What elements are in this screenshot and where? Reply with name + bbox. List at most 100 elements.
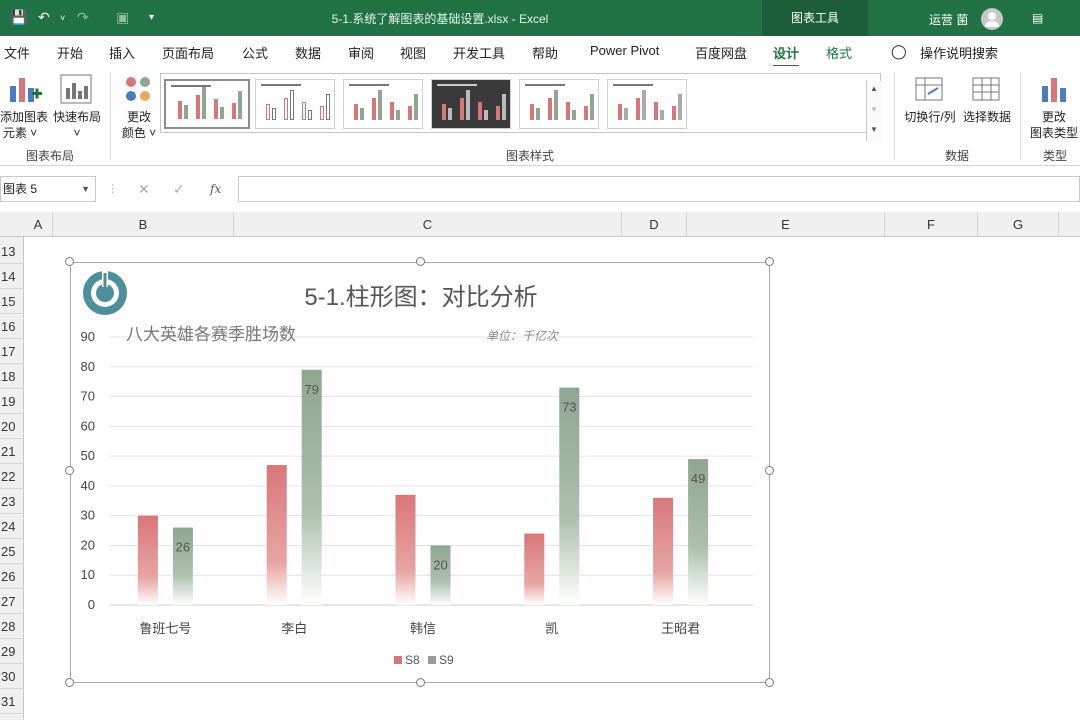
gallery-scrollbar[interactable]: ▲ ▼ ▼ xyxy=(866,81,881,141)
column-header-d[interactable]: D xyxy=(622,212,687,237)
row-header[interactable]: 25 xyxy=(0,539,24,564)
tab-power-pivot[interactable]: Power Pivot xyxy=(590,43,659,58)
row-header[interactable]: 28 xyxy=(0,614,24,639)
row-header[interactable]: 15 xyxy=(0,289,24,314)
chart-canvas[interactable]: 0 10 20 30 40 50 60 70 80 90 26 79 20 73 49 鲁班七号 李白 韩信 凯… xyxy=(71,263,771,684)
chart-unit-note[interactable]: 单位：千亿次 xyxy=(486,329,560,343)
column-header-e[interactable]: E xyxy=(687,212,885,237)
column-header-c[interactable]: C xyxy=(234,212,622,237)
chart-style-6[interactable] xyxy=(607,79,687,129)
data-label: 49 xyxy=(691,471,705,486)
row-header[interactable]: 24 xyxy=(0,514,24,539)
change-colors-label: 更改 xyxy=(126,110,151,124)
y-axis-ticks: 0 10 20 30 40 50 60 70 80 90 xyxy=(81,329,95,612)
chart-subtitle[interactable]: 八大英雄各赛季胜场数 xyxy=(126,324,296,344)
scroll-up-icon[interactable]: ▲ xyxy=(870,84,878,93)
row-header[interactable]: 23 xyxy=(0,489,24,514)
tab-insert[interactable]: 插入 xyxy=(109,43,135,62)
tell-me-search[interactable]: 操作说明搜索 xyxy=(920,43,998,62)
chart-object[interactable]: 0 10 20 30 40 50 60 70 80 90 26 79 20 73 49 鲁班七号 李白 韩信 凯… xyxy=(70,262,770,683)
chart-legend[interactable]: S8 S9 xyxy=(394,653,454,667)
tab-developer[interactable]: 开发工具 xyxy=(453,43,505,62)
x-tick-label: 李白 xyxy=(281,621,307,636)
data-label: 20 xyxy=(433,557,447,572)
row-header[interactable]: 18 xyxy=(0,364,24,389)
tab-page-layout[interactable]: 页面布局 xyxy=(162,43,214,62)
column-header-g[interactable]: G xyxy=(978,212,1059,237)
column-header-a[interactable]: A xyxy=(24,212,53,237)
column-header-b[interactable]: B xyxy=(53,212,234,237)
select-data-button[interactable]: 选择数据 xyxy=(960,70,1014,140)
y-tick-label: 10 xyxy=(81,567,95,582)
x-tick-label: 凯 xyxy=(545,621,558,636)
tab-data[interactable]: 数据 xyxy=(295,43,321,62)
row-header[interactable]: 13 xyxy=(0,239,24,264)
resize-handle-bottom-left[interactable] xyxy=(65,678,74,687)
change-colors-button[interactable]: 更改 颜色 ˅ xyxy=(118,70,160,140)
chart-style-2[interactable] xyxy=(255,79,335,129)
title-bar: 💾 ↶ ˅ ↷ ▣ ▾ 5-1.系统了解图表的基础设置.xlsx - Excel… xyxy=(0,0,1080,36)
resize-handle-right[interactable] xyxy=(765,466,774,475)
tab-review[interactable]: 审阅 xyxy=(348,43,374,62)
resize-handle-bottom-right[interactable] xyxy=(765,678,774,687)
name-box-dropdown-icon[interactable]: ▼ xyxy=(81,177,90,201)
chart-style-1[interactable] xyxy=(164,79,250,129)
gallery-more-icon[interactable]: ▼ xyxy=(870,125,878,134)
switch-row-column-button[interactable]: 切换行/列 xyxy=(902,70,958,140)
formula-bar: 图表 5 ▼ ⋮ ✕ ✓ fx xyxy=(0,176,1080,204)
change-chart-type-label-2: 图表类型 xyxy=(1029,126,1078,140)
user-name[interactable]: 运营 菌 xyxy=(929,11,968,28)
add-chart-element-button[interactable]: 添加图表 元素 ˅ xyxy=(0,70,50,140)
bar-s9 xyxy=(559,387,580,605)
x-tick-label: 韩信 xyxy=(410,621,436,636)
row-header[interactable]: 14 xyxy=(0,264,24,289)
chart-style-4[interactable] xyxy=(431,79,511,129)
tab-design[interactable]: 设计 xyxy=(773,43,800,68)
avatar[interactable] xyxy=(981,8,1003,30)
row-header[interactable]: 29 xyxy=(0,639,24,664)
tab-format[interactable]: 格式 xyxy=(826,43,852,62)
add-chart-element-label-2: 元素 ˅ xyxy=(2,126,38,140)
resize-handle-top-left[interactable] xyxy=(65,257,74,266)
tab-view[interactable]: 视图 xyxy=(400,43,426,62)
name-box[interactable]: 图表 5 ▼ xyxy=(0,176,96,202)
tab-file[interactable]: 文件 xyxy=(4,43,30,62)
resize-handle-top[interactable] xyxy=(416,257,425,266)
column-headers: A B C D E F G xyxy=(0,212,1080,237)
legend-label: S8 xyxy=(405,653,420,667)
column-header-f[interactable]: F xyxy=(885,212,978,237)
bar-s8 xyxy=(395,494,416,605)
tab-baidu-netdisk[interactable]: 百度网盘 xyxy=(695,43,747,62)
row-header[interactable]: 31 xyxy=(0,689,24,714)
row-header[interactable]: 26 xyxy=(0,564,24,589)
row-header[interactable]: 20 xyxy=(0,414,24,439)
cancel-icon[interactable]: ✕ xyxy=(138,181,150,198)
tab-home[interactable]: 开始 xyxy=(57,43,83,62)
row-header[interactable]: 22 xyxy=(0,464,24,489)
insert-function-icon[interactable]: fx xyxy=(210,182,221,196)
resize-handle-bottom[interactable] xyxy=(416,678,425,687)
resize-handle-top-right[interactable] xyxy=(765,257,774,266)
chart-title[interactable]: 5-1.柱形图：对比分析 xyxy=(304,284,537,311)
switch-row-column-label: 切换行/列 xyxy=(904,110,956,124)
row-header[interactable]: 30 xyxy=(0,664,24,689)
chart-style-3[interactable] xyxy=(343,79,423,129)
row-header[interactable]: 16 xyxy=(0,314,24,339)
row-headers: 13 14 15 16 17 18 19 20 21 22 23 24 25 2… xyxy=(0,237,24,720)
tab-formulas[interactable]: 公式 xyxy=(242,43,268,62)
enter-icon[interactable]: ✓ xyxy=(173,181,185,198)
chart-style-5[interactable] xyxy=(519,79,599,129)
y-tick-label: 20 xyxy=(81,537,95,552)
ribbon-separator xyxy=(1020,72,1021,160)
row-header[interactable]: 17 xyxy=(0,339,24,364)
change-chart-type-button[interactable]: 更改 图表类型 xyxy=(1028,70,1080,140)
row-header[interactable]: 19 xyxy=(0,389,24,414)
scroll-down-icon[interactable]: ▼ xyxy=(870,105,878,114)
quick-layout-button[interactable]: 快速布局 ˅ xyxy=(52,70,102,140)
row-header[interactable]: 21 xyxy=(0,439,24,464)
ribbon-display-options-icon[interactable]: ▤ xyxy=(1032,11,1043,25)
tab-help[interactable]: 帮助 xyxy=(532,43,558,62)
row-header[interactable]: 27 xyxy=(0,589,24,614)
formula-input[interactable] xyxy=(238,176,1080,202)
resize-handle-left[interactable] xyxy=(65,466,74,475)
